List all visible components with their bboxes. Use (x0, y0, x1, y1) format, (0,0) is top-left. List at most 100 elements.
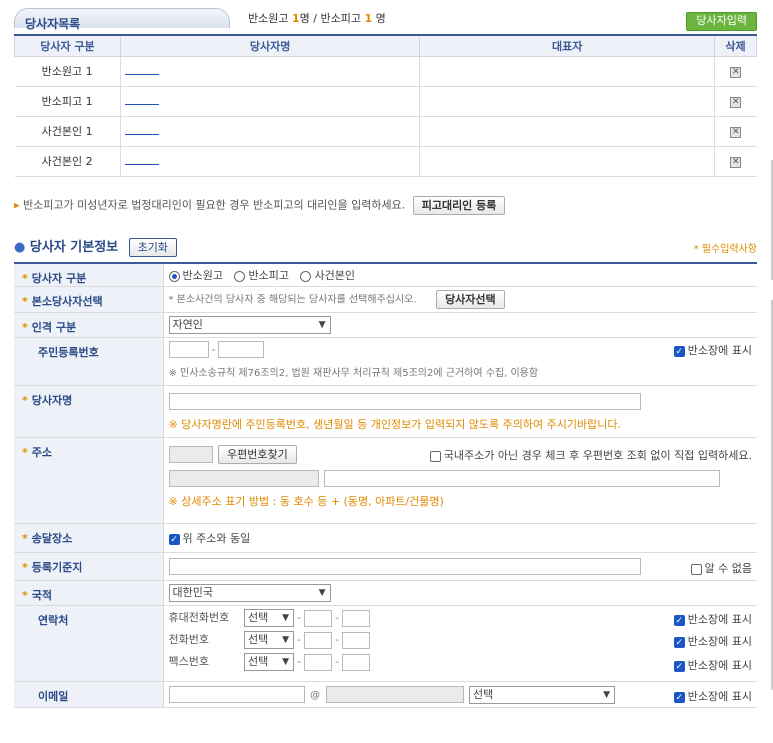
chevron-down-icon: ▼ (318, 588, 326, 598)
register-agent-button[interactable]: 피고대리인 등록 (412, 196, 506, 215)
zip-code-input[interactable] (168, 446, 213, 463)
checkbox-label: 반소장에 표시 (687, 635, 752, 648)
fax-label: 팩스번호 (168, 655, 209, 668)
mobile-show-option: ✓ 반소장에 표시 (673, 611, 752, 627)
form-row-person-type: * 인격 구분 자연인 ▼ (14, 312, 757, 338)
delivery-cell: ✓ 위 주소와 동일 (162, 523, 757, 553)
party-name-field-cell: ※ 당사자명란에 주민등록번호, 생년월일 등 개인정보가 입력되지 않도록 주… (162, 385, 757, 438)
section-title-text: 당사자 기본정보 (29, 240, 119, 255)
form-row-delivery: * 송달장소 ✓ 위 주소와 동일 (14, 523, 757, 553)
person-type-label: * 인격 구분 (14, 312, 163, 338)
checkbox-label: 반소장에 표시 (687, 659, 752, 672)
fax-middle-input[interactable] (303, 653, 332, 671)
registry-input[interactable] (168, 558, 641, 575)
label-text: 국적 (31, 589, 53, 602)
fax-show-option: ✓ 반소장에 표시 (673, 657, 752, 673)
delete-cell[interactable]: ✕ (714, 116, 757, 147)
radio-counter-plaintiff[interactable] (168, 270, 180, 282)
party-name-cell[interactable] (119, 86, 420, 117)
detail-address-input[interactable] (324, 470, 720, 487)
registry-unknown-checkbox[interactable]: ✓ (690, 563, 702, 575)
col-delete: 삭제 (714, 34, 757, 57)
checkbox-label: 반소장에 표시 (687, 690, 752, 703)
select-value: 선택 (248, 655, 269, 668)
party-name-link[interactable] (124, 65, 159, 75)
form-row-contact: 연락처 휴대전화번호 선택 ▼ - - ✓ 반소장에 표시 전화번호 선택 ▼ - - ✓ 반소… (14, 605, 757, 682)
party-name-warning: ※ 당사자명란에 주민등록번호, 생년월일 등 개인정보가 입력되지 않도록 주… (168, 418, 621, 431)
resident-no-second-input[interactable] (218, 341, 265, 358)
email-show-checkbox[interactable]: ✓ (673, 691, 685, 703)
add-party-button[interactable]: 당사자입력 (686, 12, 757, 31)
label-text: 등록기준지 (31, 561, 83, 574)
table-row: 반소원고 1 ✕ (14, 56, 757, 87)
delete-cell[interactable]: ✕ (714, 86, 757, 117)
party-type-radios: 반소원고 반소피고 사건본인 (162, 263, 757, 287)
nationality-cell: 대한민국 ▼ (162, 580, 757, 606)
email-id-input[interactable] (168, 686, 305, 703)
phone-prefix-select[interactable]: 선택 ▼ (244, 631, 294, 649)
delete-icon[interactable]: ✕ (730, 67, 742, 78)
party-name-cell[interactable] (119, 116, 420, 147)
resident-no-show-checkbox[interactable]: ✓ (673, 345, 685, 357)
form-row-resident-no: 주민등록번호 - ✓ 반소장에 표시 ※ 민사소송규칙 제76조의2, 법원 재판… (14, 337, 757, 386)
representative-cell (419, 86, 715, 117)
checkbox-label: 반소장에 표시 (687, 344, 752, 357)
radio-case-principal[interactable] (300, 270, 312, 282)
label-text: 인격 구분 (31, 321, 77, 334)
party-name-cell[interactable] (119, 146, 420, 177)
fax-show-checkbox[interactable]: ✓ (673, 660, 685, 672)
phone-middle-input[interactable] (303, 631, 332, 649)
address-cell: 우편번호찾기 ✓국내주소가 아닌 경우 체크 후 우편번호 조회 없이 직접 입… (162, 437, 757, 524)
col-party-type: 당사자 구분 (14, 34, 121, 57)
delete-icon[interactable]: ✕ (730, 157, 742, 168)
mobile-show-checkbox[interactable]: ✓ (673, 614, 685, 626)
resident-no-note: ※ 민사소송규칙 제76조의2, 법원 재판사무 처리규칙 제5조의2에 근거하… (168, 368, 539, 379)
select-party-button[interactable]: 당사자선택 (436, 290, 505, 309)
required-note: * 필수입력사항 (693, 244, 757, 255)
address-detail-note: ※ 상세주소 표기 방법 : 동 호수 등 + (동명, 아파트/건물명) (168, 495, 444, 508)
fax-last-input[interactable] (341, 653, 370, 671)
delivery-label: * 송달장소 (14, 523, 163, 553)
nationality-select[interactable]: 대한민국 ▼ (168, 584, 331, 602)
person-type-select[interactable]: 자연인 ▼ (168, 316, 331, 334)
label-text: 본소당사자선택 (31, 295, 103, 308)
email-domain-select[interactable]: 선택 ▼ (469, 685, 615, 704)
form-row-party-name: * 당사자명 ※ 당사자명란에 주민등록번호, 생년월일 등 개인정보가 입력되지… (14, 385, 757, 438)
delete-icon[interactable]: ✕ (730, 127, 742, 138)
party-name-label: * 당사자명 (14, 385, 163, 438)
reset-button[interactable]: 초기화 (128, 238, 178, 257)
foreign-address-checkbox[interactable]: ✓ (429, 450, 441, 462)
mobile-last-input[interactable] (341, 609, 370, 627)
resident-no-first-input[interactable] (168, 341, 209, 358)
form-row-nationality: * 국적 대한민국 ▼ (14, 580, 757, 606)
chevron-down-icon: ▼ (318, 320, 326, 330)
delete-cell[interactable]: ✕ (714, 56, 757, 87)
same-address-checkbox[interactable]: ✓ (168, 533, 180, 545)
delete-cell[interactable]: ✕ (714, 146, 757, 177)
mobile-middle-input[interactable] (303, 609, 332, 627)
party-name-link[interactable] (124, 155, 159, 165)
party-form: * 당사자 구분 반소원고 반소피고 사건본인 * 본소당사자선택 * 본소사건의 … (14, 262, 757, 708)
party-name-cell[interactable] (119, 56, 420, 87)
phone-last-input[interactable] (341, 631, 370, 649)
zip-search-button[interactable]: 우편번호찾기 (218, 445, 297, 464)
party-type-label: * 당사자 구분 (14, 263, 163, 287)
agent-note-text: 반소피고가 미성년자로 법정대리인이 필요한 경우 반소피고의 대리인을 입력하… (23, 198, 406, 212)
email-domain-input[interactable] (325, 686, 464, 703)
radio-counter-defendant[interactable] (234, 270, 246, 282)
party-name-link[interactable] (124, 95, 159, 105)
party-name-link[interactable] (124, 125, 159, 135)
main-party-cell: * 본소사건의 당사자 중 해당되는 당사자를 선택해주십시오. 당사자선택 (162, 286, 757, 313)
registry-label: * 등록기준지 (14, 552, 163, 581)
phone-show-checkbox[interactable]: ✓ (673, 636, 685, 648)
checkbox-label: 반소장에 표시 (687, 613, 752, 626)
select-value: 선택 (473, 687, 494, 701)
party-list-tab: 당사자목록 (14, 8, 230, 31)
party-type-cell: 반소피고 1 (14, 86, 121, 117)
mobile-prefix-select[interactable]: 선택 ▼ (244, 609, 294, 627)
registry-cell: ✓알 수 없음 (162, 552, 757, 581)
base-address-input[interactable] (168, 470, 319, 487)
fax-prefix-select[interactable]: 선택 ▼ (244, 653, 294, 671)
delete-icon[interactable]: ✕ (730, 97, 742, 108)
party-name-input[interactable] (168, 393, 641, 410)
